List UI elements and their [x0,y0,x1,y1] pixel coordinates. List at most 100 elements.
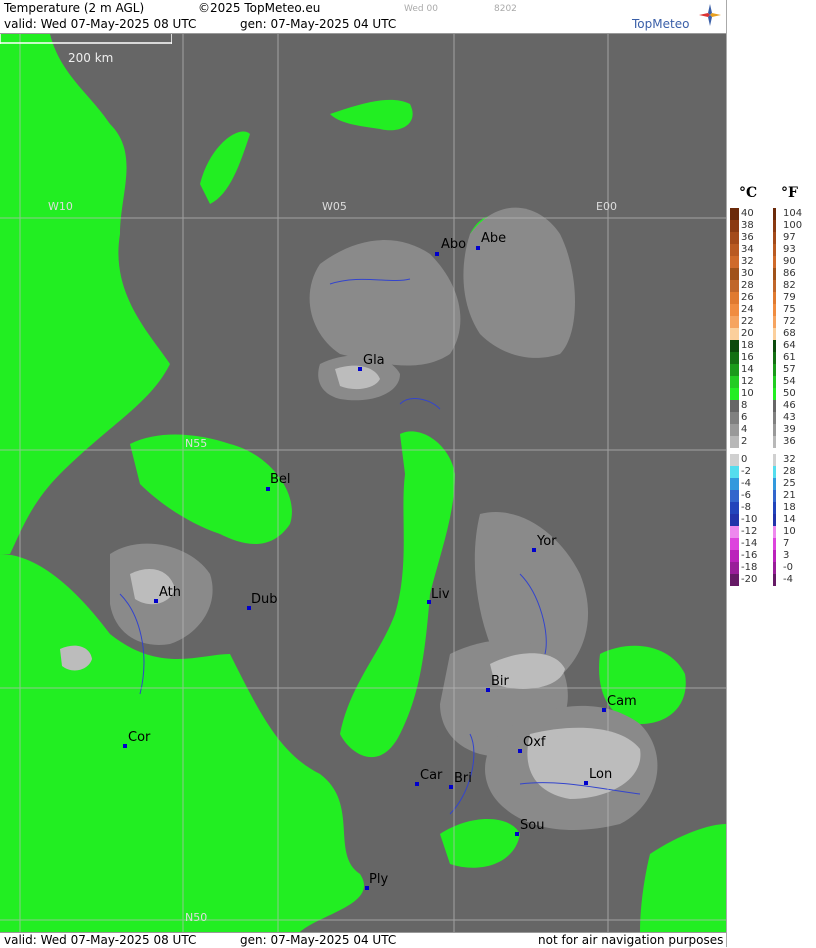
run-code: Wed 00 [404,4,438,14]
legend-swatch-f [773,388,776,400]
legend-label-celsius: -12 [741,526,758,537]
legend-swatch-f [773,328,776,340]
legend-swatch-c [730,412,739,424]
legend-swatch-c [730,232,739,244]
grid-label-w10: W10 [48,200,73,213]
generated-time: gen: 07-May-2025 04 UTC [240,17,397,31]
city-marker-abe[interactable] [476,246,480,250]
legend-swatch-f [773,280,776,292]
city-marker-lon[interactable] [584,781,588,785]
legend-label-fahrenheit: 86 [783,268,796,279]
city-label-ply: Ply [369,872,389,887]
legend-swatch-f [773,232,776,244]
legend-label-celsius: 10 [741,388,754,399]
legend-label-fahrenheit: 50 [783,388,796,399]
legend-label-celsius: 22 [741,316,754,327]
legend-swatch-c [730,388,739,400]
legend-swatch-c [730,502,739,514]
legend-label-celsius: 36 [741,232,754,243]
legend-label-celsius: 32 [741,256,754,267]
legend-label-celsius: -8 [741,502,751,513]
legend-label-celsius: -20 [741,574,758,585]
legend-swatch-f [773,364,776,376]
copyright: ©2025 TopMeteo.eu [198,1,321,15]
map-code: 8202 [494,4,517,14]
legend-label-celsius: 20 [741,328,754,339]
city-marker-sou[interactable] [515,832,519,836]
legend-swatch-f [773,490,776,502]
legend-swatch-c [730,340,739,352]
legend-swatch-c [730,454,739,466]
legend-swatch-c [730,208,739,220]
city-marker-cor[interactable] [123,744,127,748]
legend-label-celsius: 28 [741,280,754,291]
legend-label-celsius: 14 [741,364,754,375]
city-marker-bir[interactable] [486,688,490,692]
legend-swatch-c [730,436,739,448]
legend-unit-fahrenheit: °F [781,185,798,201]
legend-swatch-c [730,376,739,388]
city-marker-yor[interactable] [532,548,536,552]
city-label-yor: Yor [537,534,557,549]
city-marker-oxf[interactable] [518,749,522,753]
legend-label-fahrenheit: 57 [783,364,796,375]
legend-label-celsius: 4 [741,424,748,435]
legend-swatch-c [730,328,739,340]
city-label-abo: Abo [441,237,467,252]
legend-label-fahrenheit: 25 [783,478,796,489]
legend-swatch-f [773,424,776,436]
city-marker-cam[interactable] [602,708,606,712]
legend-swatch-f [773,454,776,466]
city-marker-bel[interactable] [266,487,270,491]
legend-label-fahrenheit: 39 [783,424,796,435]
legend-swatch-f [773,268,776,280]
city-marker-bri[interactable] [449,785,453,789]
city-marker-gla[interactable] [358,367,362,371]
city-label-sou: Sou [520,818,545,833]
legend-swatch-c [730,424,739,436]
city-label-oxf: Oxf [523,735,546,750]
temperature-map[interactable]: 200 km W10 W05 E00 N55 N50 Abo Abe Gla B… [0,34,726,932]
legend-label-fahrenheit: 61 [783,352,796,363]
scale-label: 200 km [68,51,114,65]
legend-label-fahrenheit: 32 [783,454,796,465]
legend-swatch-f [773,316,776,328]
legend-swatch-c [730,304,739,316]
legend-label-fahrenheit: 43 [783,412,796,423]
grid-label-w05: W05 [322,200,347,213]
legend-swatch-f [773,466,776,478]
legend-label-fahrenheit: -4 [783,574,793,585]
city-marker-abo[interactable] [435,252,439,256]
legend-label-fahrenheit: 46 [783,400,796,411]
logo-text: TopMeteo [632,17,690,31]
sea-patch-shetland [330,99,413,131]
legend-swatch-f [773,436,776,448]
legend-label-fahrenheit: 7 [783,538,790,549]
legend-label-fahrenheit: 14 [783,514,796,525]
legend-swatch-c [730,280,739,292]
legend-label-fahrenheit: 68 [783,328,796,339]
legend-label-fahrenheit: 28 [783,466,796,477]
legend-label-celsius: -10 [741,514,758,525]
legend-label-fahrenheit: 36 [783,436,796,447]
legend-label-celsius: -18 [741,562,758,573]
legend-swatch-f [773,574,776,586]
city-marker-car[interactable] [415,782,419,786]
grid-label-n55: N55 [185,437,208,450]
legend-swatch-f [773,352,776,364]
sea-patch-channel [440,819,520,868]
legend-swatch-c [730,244,739,256]
legend-label-fahrenheit: 75 [783,304,796,315]
legend-label-fahrenheit: 104 [783,208,803,219]
city-marker-ath[interactable] [154,599,158,603]
header-bar: Temperature (2 m AGL) ©2025 TopMeteo.eu … [0,0,726,34]
legend-swatch-c [730,490,739,502]
grid-label-e00: E00 [596,200,617,213]
footer-generated-time: gen: 07-May-2025 04 UTC [240,933,397,947]
legend-swatch-c [730,400,739,412]
legend-swatch-c [730,316,739,328]
legend-label-fahrenheit: 79 [783,292,796,303]
color-legend: °C °F 40 104 38 100 36 97 34 93 32 90 30 86 28 82 26 79… [726,0,816,947]
legend-label-fahrenheit: 72 [783,316,796,327]
legend-swatch-c [730,268,739,280]
